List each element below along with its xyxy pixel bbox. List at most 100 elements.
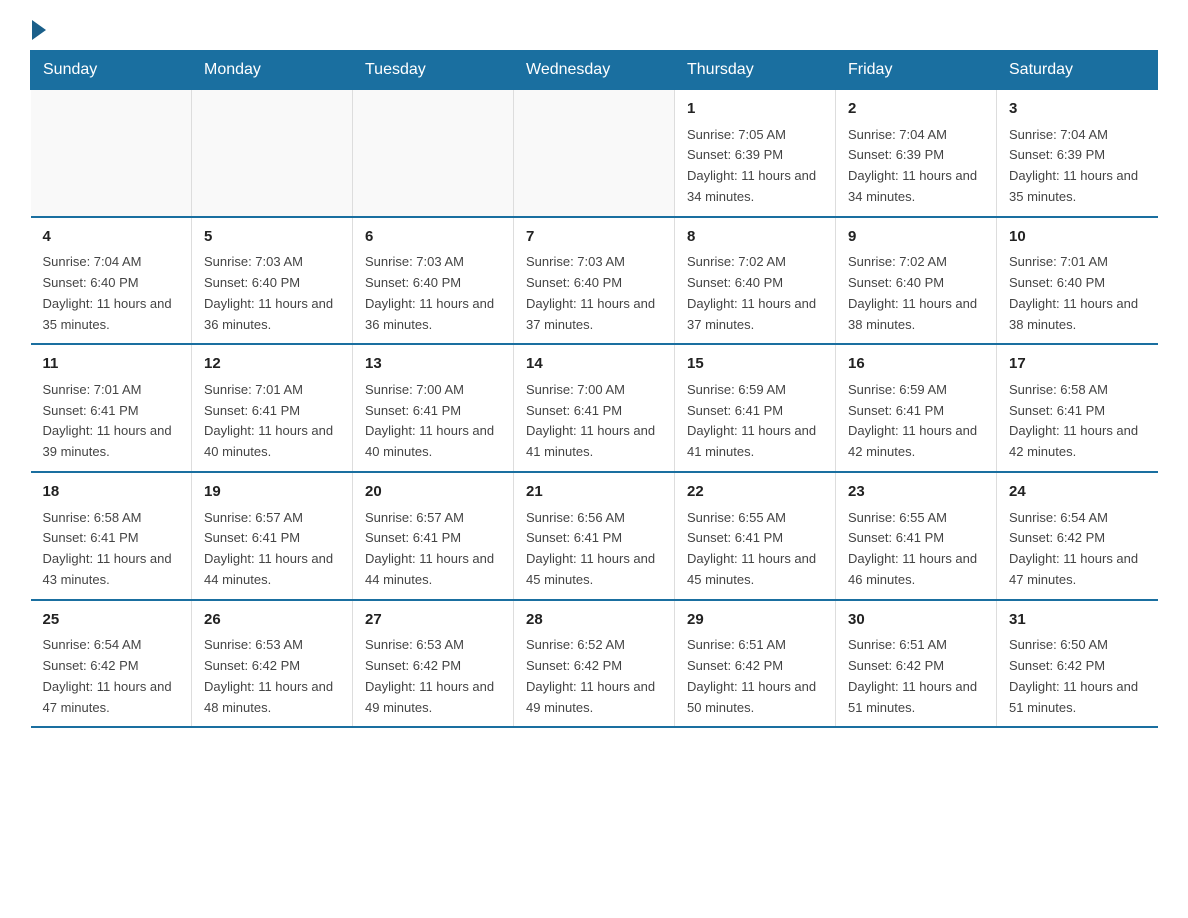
header-monday: Monday	[192, 51, 353, 90]
day-number: 31	[1009, 609, 1146, 632]
day-info: Sunrise: 6:53 AM Sunset: 6:42 PM Dayligh…	[365, 635, 501, 718]
day-info: Sunrise: 7:05 AM Sunset: 6:39 PM Dayligh…	[687, 125, 823, 208]
calendar-cell: 7 Sunrise: 7:03 AM Sunset: 6:40 PM Daylig…	[514, 217, 675, 345]
day-number: 19	[204, 481, 340, 504]
day-number: 16	[848, 353, 984, 376]
calendar-cell: 29 Sunrise: 6:51 AM Sunset: 6:42 PM Dayli…	[675, 600, 836, 728]
day-info: Sunrise: 6:56 AM Sunset: 6:41 PM Dayligh…	[526, 508, 662, 591]
day-info: Sunrise: 6:57 AM Sunset: 6:41 PM Dayligh…	[365, 508, 501, 591]
calendar-cell	[353, 90, 514, 217]
calendar-cell: 30Sunrise: 6:51 AM Sunset: 6:42 PM Dayli…	[836, 600, 997, 728]
day-number: 6	[365, 226, 501, 249]
calendar-cell: 18 Sunrise: 6:58 AM Sunset: 6:41 PM Dayli…	[31, 472, 192, 600]
calendar-cell: 12 Sunrise: 7:01 AM Sunset: 6:41 PM Dayli…	[192, 344, 353, 472]
day-info: Sunrise: 6:50 AM Sunset: 6:42 PM Dayligh…	[1009, 635, 1146, 718]
calendar-cell: 13 Sunrise: 7:00 AM Sunset: 6:41 PM Dayli…	[353, 344, 514, 472]
day-info: Sunrise: 6:58 AM Sunset: 6:41 PM Dayligh…	[1009, 380, 1146, 463]
day-info: Sunrise: 7:01 AM Sunset: 6:41 PM Dayligh…	[43, 380, 180, 463]
calendar-cell: 10 Sunrise: 7:01 AM Sunset: 6:40 PM Dayli…	[997, 217, 1158, 345]
day-number: 27	[365, 609, 501, 632]
logo	[30, 20, 48, 40]
day-info: Sunrise: 6:57 AM Sunset: 6:41 PM Dayligh…	[204, 508, 340, 591]
day-number: 3	[1009, 98, 1146, 121]
header-friday: Friday	[836, 51, 997, 90]
calendar-table: SundayMondayTuesdayWednesdayThursdayFrid…	[30, 50, 1158, 728]
day-number: 25	[43, 609, 180, 632]
day-number: 18	[43, 481, 180, 504]
calendar-header-row: SundayMondayTuesdayWednesdayThursdayFrid…	[31, 51, 1158, 90]
day-number: 1	[687, 98, 823, 121]
calendar-week-row: 1 Sunrise: 7:05 AM Sunset: 6:39 PM Daylig…	[31, 90, 1158, 217]
page-header	[30, 20, 1158, 40]
calendar-cell: 2 Sunrise: 7:04 AM Sunset: 6:39 PM Daylig…	[836, 90, 997, 217]
calendar-cell: 27 Sunrise: 6:53 AM Sunset: 6:42 PM Dayli…	[353, 600, 514, 728]
day-info: Sunrise: 7:00 AM Sunset: 6:41 PM Dayligh…	[365, 380, 501, 463]
day-number: 13	[365, 353, 501, 376]
header-thursday: Thursday	[675, 51, 836, 90]
day-info: Sunrise: 6:52 AM Sunset: 6:42 PM Dayligh…	[526, 635, 662, 718]
day-number: 4	[43, 226, 180, 249]
day-info: Sunrise: 7:00 AM Sunset: 6:41 PM Dayligh…	[526, 380, 662, 463]
day-number: 28	[526, 609, 662, 632]
day-number: 24	[1009, 481, 1146, 504]
day-info: Sunrise: 6:55 AM Sunset: 6:41 PM Dayligh…	[848, 508, 984, 591]
calendar-cell: 11 Sunrise: 7:01 AM Sunset: 6:41 PM Dayli…	[31, 344, 192, 472]
calendar-week-row: 11 Sunrise: 7:01 AM Sunset: 6:41 PM Dayli…	[31, 344, 1158, 472]
calendar-cell: 8Sunrise: 7:02 AM Sunset: 6:40 PM Daylig…	[675, 217, 836, 345]
calendar-cell: 1 Sunrise: 7:05 AM Sunset: 6:39 PM Daylig…	[675, 90, 836, 217]
calendar-cell: 31 Sunrise: 6:50 AM Sunset: 6:42 PM Dayli…	[997, 600, 1158, 728]
calendar-cell: 9 Sunrise: 7:02 AM Sunset: 6:40 PM Daylig…	[836, 217, 997, 345]
day-info: Sunrise: 7:01 AM Sunset: 6:40 PM Dayligh…	[1009, 252, 1146, 335]
day-number: 2	[848, 98, 984, 121]
day-info: Sunrise: 7:03 AM Sunset: 6:40 PM Dayligh…	[526, 252, 662, 335]
calendar-cell: 16 Sunrise: 6:59 AM Sunset: 6:41 PM Dayli…	[836, 344, 997, 472]
calendar-cell: 19 Sunrise: 6:57 AM Sunset: 6:41 PM Dayli…	[192, 472, 353, 600]
calendar-cell: 14 Sunrise: 7:00 AM Sunset: 6:41 PM Dayli…	[514, 344, 675, 472]
day-info: Sunrise: 6:51 AM Sunset: 6:42 PM Dayligh…	[687, 635, 823, 718]
day-info: Sunrise: 7:04 AM Sunset: 6:39 PM Dayligh…	[848, 125, 984, 208]
day-info: Sunrise: 6:51 AM Sunset: 6:42 PM Dayligh…	[848, 635, 984, 718]
day-info: Sunrise: 7:02 AM Sunset: 6:40 PM Dayligh…	[687, 252, 823, 335]
day-number: 9	[848, 226, 984, 249]
calendar-cell: 3 Sunrise: 7:04 AM Sunset: 6:39 PM Daylig…	[997, 90, 1158, 217]
calendar-cell: 20Sunrise: 6:57 AM Sunset: 6:41 PM Dayli…	[353, 472, 514, 600]
calendar-cell: 17 Sunrise: 6:58 AM Sunset: 6:41 PM Dayli…	[997, 344, 1158, 472]
calendar-cell	[514, 90, 675, 217]
day-number: 5	[204, 226, 340, 249]
header-tuesday: Tuesday	[353, 51, 514, 90]
calendar-cell: 24Sunrise: 6:54 AM Sunset: 6:42 PM Dayli…	[997, 472, 1158, 600]
day-number: 22	[687, 481, 823, 504]
day-number: 10	[1009, 226, 1146, 249]
day-number: 26	[204, 609, 340, 632]
day-info: Sunrise: 6:55 AM Sunset: 6:41 PM Dayligh…	[687, 508, 823, 591]
day-number: 14	[526, 353, 662, 376]
day-number: 29	[687, 609, 823, 632]
calendar-cell: 4Sunrise: 7:04 AM Sunset: 6:40 PM Daylig…	[31, 217, 192, 345]
calendar-cell: 26 Sunrise: 6:53 AM Sunset: 6:42 PM Dayli…	[192, 600, 353, 728]
day-info: Sunrise: 6:54 AM Sunset: 6:42 PM Dayligh…	[43, 635, 180, 718]
day-number: 11	[43, 353, 180, 376]
header-sunday: Sunday	[31, 51, 192, 90]
calendar-cell: 22 Sunrise: 6:55 AM Sunset: 6:41 PM Dayli…	[675, 472, 836, 600]
calendar-week-row: 18 Sunrise: 6:58 AM Sunset: 6:41 PM Dayli…	[31, 472, 1158, 600]
day-info: Sunrise: 6:59 AM Sunset: 6:41 PM Dayligh…	[848, 380, 984, 463]
day-number: 12	[204, 353, 340, 376]
day-info: Sunrise: 7:03 AM Sunset: 6:40 PM Dayligh…	[365, 252, 501, 335]
day-number: 17	[1009, 353, 1146, 376]
calendar-cell: 5 Sunrise: 7:03 AM Sunset: 6:40 PM Daylig…	[192, 217, 353, 345]
day-info: Sunrise: 6:53 AM Sunset: 6:42 PM Dayligh…	[204, 635, 340, 718]
calendar-cell	[192, 90, 353, 217]
day-info: Sunrise: 7:04 AM Sunset: 6:39 PM Dayligh…	[1009, 125, 1146, 208]
day-info: Sunrise: 6:59 AM Sunset: 6:41 PM Dayligh…	[687, 380, 823, 463]
day-number: 7	[526, 226, 662, 249]
calendar-cell: 21 Sunrise: 6:56 AM Sunset: 6:41 PM Dayli…	[514, 472, 675, 600]
day-info: Sunrise: 7:02 AM Sunset: 6:40 PM Dayligh…	[848, 252, 984, 335]
day-number: 21	[526, 481, 662, 504]
day-info: Sunrise: 7:03 AM Sunset: 6:40 PM Dayligh…	[204, 252, 340, 335]
header-saturday: Saturday	[997, 51, 1158, 90]
day-info: Sunrise: 6:58 AM Sunset: 6:41 PM Dayligh…	[43, 508, 180, 591]
day-number: 15	[687, 353, 823, 376]
calendar-cell	[31, 90, 192, 217]
day-info: Sunrise: 7:01 AM Sunset: 6:41 PM Dayligh…	[204, 380, 340, 463]
day-number: 23	[848, 481, 984, 504]
